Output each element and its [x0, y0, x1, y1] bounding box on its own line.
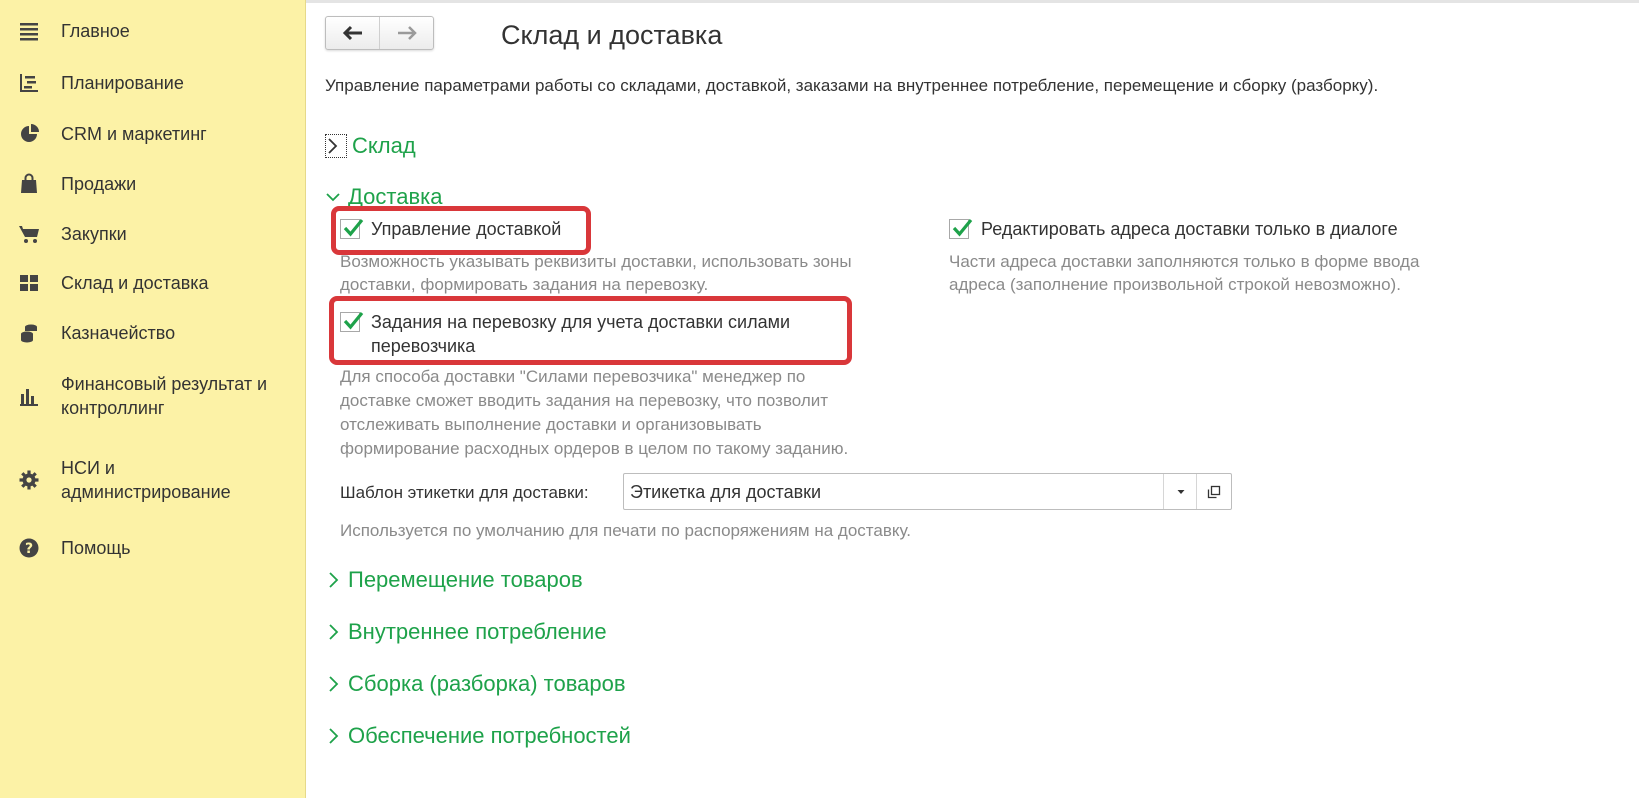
section-transfer[interactable]: Перемещение товаров [326, 566, 583, 594]
label-template-field[interactable]: Этикетка для доставки [623, 473, 1232, 510]
checkmark-icon [952, 218, 973, 237]
coins-icon [17, 321, 41, 345]
forward-button[interactable] [379, 17, 433, 49]
label-template-value[interactable]: Этикетка для доставки [630, 480, 821, 504]
shopping-bag-icon [17, 172, 41, 196]
section-supply[interactable]: Обеспечение потребностей [326, 722, 631, 750]
triangle-down-icon [1177, 489, 1184, 494]
checkbox[interactable] [340, 311, 364, 332]
chevron-right-icon [326, 672, 348, 696]
page-title: Склад и доставка [501, 20, 723, 50]
sidebar-item-crm[interactable]: CRM и маркетинг [0, 114, 306, 154]
section-label: Склад [352, 133, 416, 158]
sidebar-item-warehouse[interactable]: Склад и доставка [0, 263, 306, 303]
sidebar-item-label: Закупки [61, 224, 127, 244]
gear-icon [17, 468, 41, 492]
carrier-tasks-hint-4: формирование расходных ордеров в целом п… [340, 439, 849, 458]
sidebar-item-help[interactable]: ? Помощь [0, 528, 306, 568]
sidebar-item-label: Главное [61, 21, 130, 41]
section-label: Внутреннее потребление [348, 619, 607, 644]
section-label: Обеспечение потребностей [348, 723, 631, 748]
page-description: Управление параметрами работы со складам… [325, 76, 1379, 95]
carrier-tasks-hint-3: отслеживать выполнение доставки и органи… [340, 415, 762, 434]
checkbox-label: Задания на перевозку для учета доставки … [371, 310, 790, 358]
pie-chart-icon [17, 122, 41, 146]
manage-delivery-checkbox[interactable]: Управление доставкой [340, 217, 561, 241]
help-icon: ? [17, 536, 41, 560]
checkbox-label-line-1: Задания на перевозку для учета доставки … [371, 312, 791, 332]
sidebar-item-treasury[interactable]: Казначейство [0, 313, 306, 353]
open-window-icon [1207, 485, 1221, 498]
section-delivery[interactable]: Доставка [326, 183, 442, 211]
shopping-cart-icon [17, 222, 41, 246]
chevron-right-icon [326, 724, 348, 748]
checkbox[interactable] [340, 218, 364, 239]
section-assembly[interactable]: Сборка (разборка) товаров [326, 670, 626, 698]
section-label: Перемещение товаров [348, 567, 583, 592]
chevron-right-icon [326, 620, 348, 644]
dropdown-button[interactable] [1163, 474, 1197, 509]
section-label: Доставка [348, 184, 443, 209]
arrow-left-icon [342, 25, 362, 41]
checkbox-label-line-2: перевозчика [371, 336, 476, 356]
warehouse-grid-icon [17, 271, 41, 295]
carrier-tasks-hint-2: доставке сможет вводить задания на перев… [340, 391, 829, 410]
sidebar-item-label: Помощь [61, 538, 131, 558]
open-item-button[interactable] [1196, 474, 1231, 509]
chevron-right-icon [326, 568, 348, 592]
sidebar-item-label: Казначейство [61, 323, 176, 343]
manage-delivery-hint-1: Возможность указывать реквизиты доставки… [340, 252, 852, 271]
sidebar-item-label: CRM и маркетинг [61, 124, 207, 144]
checkbox-label: Редактировать адреса доставки только в д… [981, 219, 1398, 239]
chevron-down-icon [326, 185, 348, 209]
sidebar-item-label: Продажи [61, 174, 137, 194]
section-label: Сборка (разборка) товаров [348, 671, 626, 696]
checkmark-icon [343, 311, 364, 330]
menu-lines-icon [17, 19, 41, 43]
edit-address-hint-2: адреса (заполнение произвольной строкой … [949, 275, 1401, 294]
label-template-hint: Используется по умолчанию для печати по … [340, 521, 912, 540]
sidebar-item-label: Финансовый результат и контроллинг [61, 374, 268, 418]
carrier-tasks-checkbox[interactable]: Задания на перевозку для учета доставки … [340, 310, 790, 358]
checkmark-icon [343, 218, 364, 237]
chevron-right-icon [325, 134, 347, 158]
history-navigation [325, 16, 434, 50]
manage-delivery-hint-2: доставки, формировать задания на перевоз… [340, 275, 709, 294]
sidebar-item-main[interactable]: Главное [0, 11, 306, 51]
edit-address-hint-1: Части адреса доставки заполняются только… [949, 252, 1420, 271]
sidebar-item-purchases[interactable]: Закупки [0, 214, 306, 254]
sidebar-item-finance[interactable]: Финансовый результат и контроллинг [0, 366, 306, 426]
sidebar-item-label: НСИ и администрирование [61, 458, 231, 502]
sidebar-item-planning[interactable]: Планирование [0, 63, 306, 103]
carrier-tasks-hint-1: Для способа доставки "Силами перевозчика… [340, 367, 806, 386]
back-button[interactable] [326, 17, 379, 49]
sidebar: Главное Планирование CRM и маркетинг Про… [0, 0, 306, 798]
svg-text:?: ? [25, 541, 33, 557]
sidebar-item-sales[interactable]: Продажи [0, 164, 306, 204]
arrow-right-icon [397, 26, 417, 40]
checkbox[interactable] [949, 218, 973, 239]
checkbox-label: Управление доставкой [371, 219, 562, 239]
planning-icon [17, 71, 41, 95]
sidebar-item-label: Планирование [61, 73, 184, 93]
sidebar-item-label: Склад и доставка [61, 273, 209, 293]
bar-chart-icon [17, 384, 41, 408]
section-warehouse[interactable]: Склад [325, 132, 416, 160]
sidebar-item-admin[interactable]: НСИ и администрирование [0, 450, 306, 510]
edit-address-checkbox[interactable]: Редактировать адреса доставки только в д… [949, 217, 1398, 241]
label-template-label: Шаблон этикетки для доставки: [340, 483, 589, 502]
section-internal-consumption[interactable]: Внутреннее потребление [326, 618, 607, 646]
